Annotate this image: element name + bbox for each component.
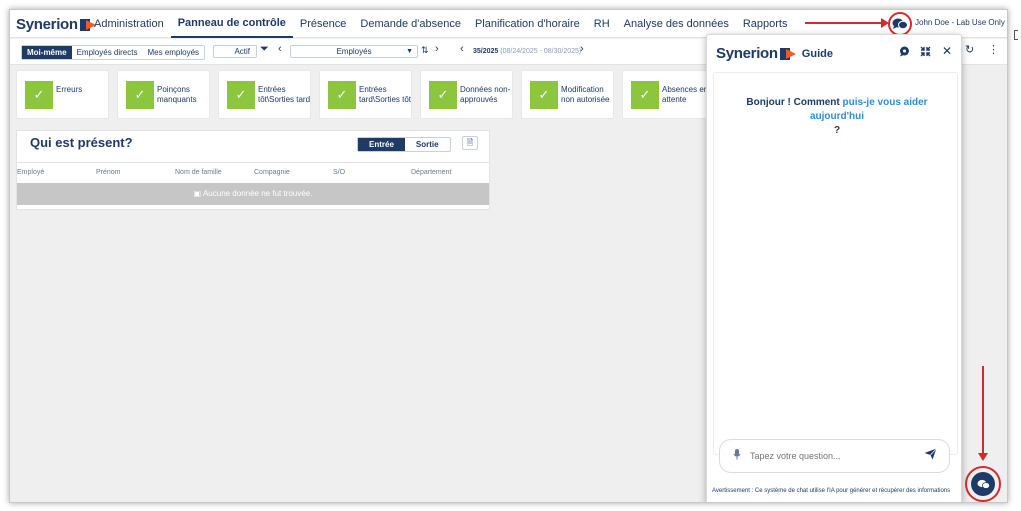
check-icon: ✓ [631, 81, 659, 109]
column-prenom[interactable]: Prénom [96, 169, 121, 176]
chat-launcher-icon [971, 472, 995, 496]
panel-title: Qui est présent? [30, 135, 133, 150]
card-modification-non-autorisee[interactable]: ✓ Modification non autorisée [521, 70, 614, 119]
nav-menu: Administration Panneau de contrôle Prése… [87, 10, 795, 38]
group-select-value: Employés [336, 47, 372, 56]
collapse-icon[interactable] [920, 46, 931, 60]
status-select[interactable]: Actif [213, 45, 257, 58]
card-label: Poinçons manquants [157, 85, 197, 104]
card-label: Erreurs [56, 85, 83, 94]
card-donnees-non-approuves[interactable]: ✓ Données non-approuvés [420, 70, 513, 119]
new-chat-icon[interactable] [899, 46, 910, 60]
synerion-logo[interactable]: Synerion [16, 16, 96, 33]
scope-moi-meme[interactable]: Moi-même [22, 46, 72, 59]
nav-demande-absence[interactable]: Demande d'absence [353, 10, 468, 38]
edge-mark [1014, 30, 1018, 40]
period-range: (08/24/2025 - 08/30/2025) [500, 48, 582, 55]
period-label: 35/2025 (08/24/2025 - 08/30/2025) [473, 45, 581, 58]
empty-box-icon: ▣ [193, 189, 202, 198]
export-button[interactable]: 🗎 [462, 136, 478, 150]
column-so[interactable]: S/O [333, 169, 345, 176]
document-icon: 🗎 [466, 138, 474, 147]
nav-presence[interactable]: Présence [293, 10, 353, 38]
annotation-arrow-down [978, 366, 988, 461]
user-name: John Doe - Lab Use Only [915, 18, 1005, 27]
sort-icon[interactable]: ⇅ [421, 45, 429, 56]
card-erreurs[interactable]: ✓ Erreurs [16, 70, 109, 119]
chevron-right-icon[interactable]: › [435, 43, 439, 55]
nav-planification-horaire[interactable]: Planification d'horaire [468, 10, 587, 38]
card-label: Modification non autorisée [561, 85, 610, 104]
card-label: Entrées tard\Sorties tôt [359, 85, 412, 104]
check-icon: ✓ [126, 81, 154, 109]
period-prev-icon[interactable]: ‹ [460, 43, 464, 55]
card-entrees-tot[interactable]: ✓ Entrées tôt\Sorties tard [218, 70, 311, 119]
card-poincons-manquants[interactable]: ✓ Poinçons manquants [117, 70, 210, 119]
card-label: Données non-approuvés [460, 85, 511, 104]
filter-icon[interactable]: ⏷ [260, 43, 269, 56]
chat-launcher-button[interactable] [965, 466, 1001, 502]
nav-administration[interactable]: Administration [87, 10, 171, 38]
chevron-down-icon: ▾ [1007, 18, 1008, 27]
caret-down-icon: ▼ [406, 48, 413, 55]
nav-panneau-de-controle[interactable]: Panneau de contrôle [170, 10, 293, 38]
empty-text: Aucune donnée ne fut trouvée. [202, 189, 313, 198]
greeting-start: Bonjour ! Comment [746, 97, 843, 108]
in-out-toggle: Entrée Sortie [357, 137, 451, 152]
check-icon: ✓ [328, 81, 356, 109]
empty-state: ▣ Aucune donnée ne fut trouvée. [17, 183, 489, 205]
check-icon: ✓ [429, 81, 457, 109]
send-icon[interactable] [924, 448, 937, 463]
who-is-present-panel: Qui est présent? Entrée Sortie 🗎 Employé… [16, 130, 490, 210]
guide-conversation: Bonjour ! Comment puis-je vous aider auj… [713, 72, 958, 455]
card-entrees-tard[interactable]: ✓ Entrées tard\Sorties tôt [319, 70, 412, 119]
guide-label: Guide [801, 47, 833, 60]
card-label: Entrées tôt\Sorties tard [258, 85, 311, 104]
close-icon[interactable]: ✕ [942, 44, 952, 58]
toggle-entree[interactable]: Entrée [358, 138, 405, 151]
app-window: Synerion Administration Panneau de contr… [9, 9, 1008, 503]
check-icon: ✓ [530, 81, 558, 109]
guide-chat-window: Synerion Guide ✕ Bonjour ! Comment puis-… [706, 34, 963, 502]
guide-logo-text: Synerion [716, 45, 778, 62]
column-employe[interactable]: Employé [17, 169, 44, 176]
period-week: 35/2025 [473, 48, 499, 55]
column-compagnie[interactable]: Compagnie [254, 169, 290, 176]
scope-mes-employes[interactable]: Mes employés [142, 46, 204, 59]
group-select[interactable]: Employés ▼ [290, 45, 418, 58]
annotation-arrow-right [805, 18, 889, 28]
column-nom-de-famille[interactable]: Nom de famille [175, 169, 222, 176]
nav-rh[interactable]: RH [587, 10, 617, 38]
card-absences-en-attente[interactable]: ✓ Absences en attente [622, 70, 715, 119]
scope-employes-directs[interactable]: Employés directs [72, 46, 143, 59]
question-input[interactable] [750, 449, 910, 463]
user-menu[interactable]: John Doe - Lab Use Only ▾ [915, 10, 1008, 36]
question-input-box [719, 439, 950, 473]
chat-toggle-button[interactable] [888, 12, 912, 36]
logo-text: Synerion [16, 16, 78, 33]
chat-bubbles-icon [892, 18, 908, 30]
guide-logo: Synerion Guide [716, 45, 833, 62]
greeting-end: ? [833, 125, 841, 136]
logo-mark-icon [779, 47, 796, 60]
column-departement[interactable]: Département [411, 169, 451, 176]
guide-header: Synerion Guide ✕ [707, 35, 963, 69]
guide-greeting: Bonjour ! Comment puis-je vous aider auj… [722, 96, 952, 138]
period-next-icon[interactable]: › [580, 43, 584, 55]
ai-disclaimer: Avertissement : Ce système de chat utili… [712, 488, 951, 494]
check-icon: ✓ [227, 81, 255, 109]
table-header: Employé Prénom Nom de famille Compagnie … [17, 162, 489, 183]
scope-selector: Moi-même Employés directs Mes employés [21, 45, 206, 60]
check-icon: ✓ [25, 81, 53, 109]
chevron-left-icon[interactable]: ‹ [278, 43, 282, 55]
more-vertical-icon[interactable]: ⋮ [988, 43, 999, 56]
microphone-icon[interactable] [733, 449, 741, 463]
toggle-sortie[interactable]: Sortie [405, 138, 450, 151]
refresh-icon[interactable]: ↻ [965, 43, 974, 56]
